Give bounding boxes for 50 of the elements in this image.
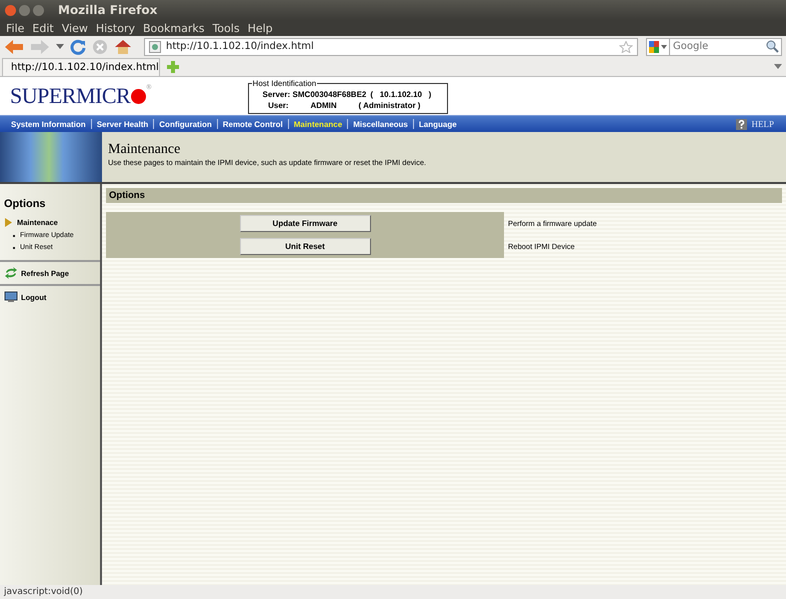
action-button[interactable]: Unit Reset [240,238,370,255]
minimize-icon[interactable] [19,4,30,16]
action-button[interactable]: Update Firmware [240,215,370,232]
back-arrow-icon[interactable] [4,38,24,54]
nav-tab[interactable]: Language [414,120,462,128]
stop-icon[interactable] [92,38,108,54]
nav-tab[interactable]: Remote Control [218,120,288,128]
user-name: ADMIN [309,100,338,110]
menu-item[interactable]: Help [244,22,277,34]
menu-item[interactable]: File [2,22,28,34]
search-icon[interactable] [766,40,779,52]
computer-icon [4,291,18,303]
nav-tab[interactable]: Server Health [92,120,154,128]
section-header: Options [106,188,782,203]
maximize-icon[interactable] [33,4,44,16]
search-field[interactable]: Google [670,38,782,56]
label: User: [267,100,289,110]
search-engine-icon[interactable] [646,38,670,56]
server-name: SMC003048F68BE2 [292,88,366,100]
caret-icon[interactable] [56,44,64,50]
menu-item[interactable]: View [58,22,92,34]
nav-tab[interactable]: System Information [6,120,91,128]
site-icon [149,40,161,52]
help-icon [736,118,746,130]
menu-item[interactable]: Tools [208,22,244,34]
triangle-icon [4,218,13,227]
user-role: ( Administrator ) [358,100,420,110]
nav-tab[interactable]: Configuration [154,120,217,128]
legend: Host Identification [252,78,318,88]
bookmark-star-icon[interactable] [619,40,633,52]
reload-icon[interactable] [70,38,86,54]
page-title: Maintenance [108,142,182,158]
menu-item[interactable]: Bookmarks [138,22,208,34]
close-icon[interactable] [5,4,16,16]
home-icon[interactable] [114,38,132,54]
logo: SUPERMICR $^{®}$ [10,83,152,109]
nav-tab[interactable]: Maintenance [288,120,348,128]
address-bar[interactable]: http://10.1.102.10/index.html [144,38,638,56]
caret-icon[interactable] [774,64,782,70]
new-tab-icon[interactable] [166,60,180,74]
refresh-arrows-icon [4,267,18,279]
nav-tab[interactable]: Miscellaneous [348,120,413,128]
menu-item[interactable]: Edit [28,22,58,34]
help-link[interactable]: HELP [736,118,774,130]
label: Server: [262,88,289,100]
menu-item[interactable]: History [92,22,139,34]
window-title: Mozilla Firefox [58,3,158,17]
ip-address: ( 10.1.102.10 ) [370,88,432,100]
sidebar-title: Options [3,198,47,210]
browser-tab[interactable]: http://10.1.102.10/index.html [2,58,160,76]
